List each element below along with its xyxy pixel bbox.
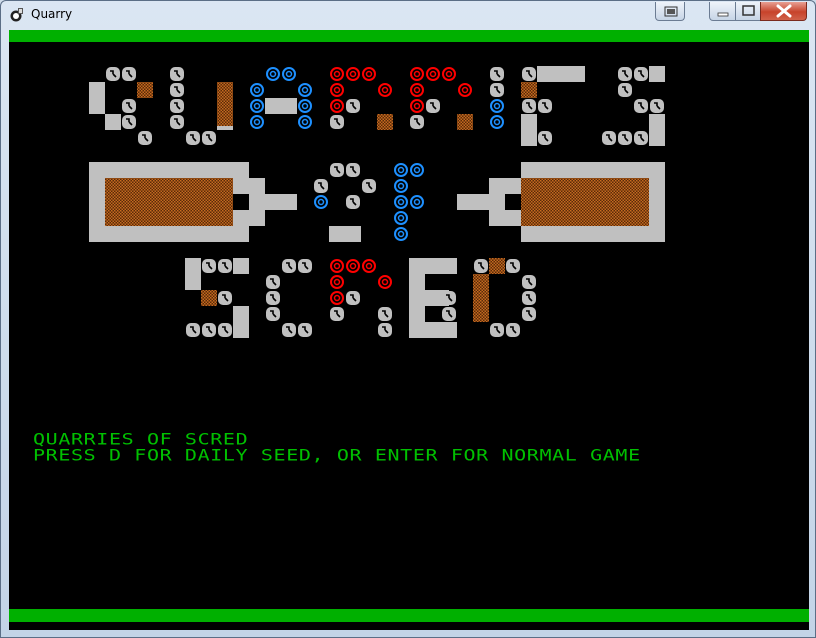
ore-tile (521, 82, 537, 98)
water-tile (394, 227, 408, 241)
ore-tile (489, 258, 505, 274)
water-tile (250, 83, 264, 97)
water-tile (410, 195, 424, 209)
water-tile (410, 163, 424, 177)
close-button[interactable] (760, 2, 807, 21)
start-prompt-text: PRESS D FOR DAILY SEED, OR ENTER FOR NOR… (33, 444, 641, 465)
window-title: Quarry (31, 7, 73, 21)
stone-block (233, 306, 249, 338)
stone-block (185, 258, 201, 290)
water-tile (298, 99, 312, 113)
stone-block (89, 178, 105, 226)
stone-block (457, 194, 505, 210)
snap-icon (664, 6, 678, 17)
lava-tile (410, 67, 424, 81)
stone-block (521, 130, 537, 146)
ore-tile (201, 290, 217, 306)
ore-tile (377, 114, 393, 130)
stone-block (489, 210, 521, 226)
stone-block (521, 114, 537, 130)
quarry-app-icon (9, 7, 25, 23)
ore-tile (137, 82, 153, 98)
lava-tile (330, 67, 344, 81)
ore-tile (521, 178, 649, 226)
app-window: Quarry QUARRIES OF SCRED PRESS D FOR DAI… (0, 0, 816, 638)
water-tile (490, 99, 504, 113)
water-tile (394, 211, 408, 225)
maximize-button[interactable] (735, 2, 761, 21)
water-tile (394, 195, 408, 209)
game-canvas (9, 30, 809, 622)
stone-block (521, 162, 665, 178)
stone-block (409, 258, 457, 274)
stone-block (537, 66, 585, 82)
ore-tile (217, 82, 233, 126)
stone-block (649, 114, 665, 146)
stone-block (521, 226, 665, 242)
water-tile (266, 67, 280, 81)
lava-tile (330, 83, 344, 97)
lava-tile (362, 67, 376, 81)
stone-block (409, 322, 457, 338)
stone-block (489, 178, 521, 194)
ore-tile (105, 178, 233, 226)
snap-button[interactable] (655, 2, 685, 21)
stone-block (89, 82, 105, 114)
ore-tile (457, 114, 473, 130)
stone-block (409, 274, 425, 322)
stone-block (649, 66, 665, 82)
minimize-icon (717, 12, 729, 17)
title-bar[interactable]: Quarry (1, 1, 815, 29)
water-tile (250, 115, 264, 129)
water-tile (298, 83, 312, 97)
stone-block (233, 210, 265, 226)
game-logo (89, 66, 665, 338)
lava-tile (362, 259, 376, 273)
water-tile (394, 163, 408, 177)
top-border (9, 30, 809, 42)
lava-tile (346, 67, 360, 81)
lava-tile (330, 259, 344, 273)
lava-tile (378, 83, 392, 97)
stone-block (89, 226, 249, 242)
bottom-border (9, 609, 809, 622)
water-tile (314, 195, 328, 209)
lava-tile (378, 275, 392, 289)
water-tile (250, 99, 264, 113)
stone-block (89, 162, 249, 178)
stone-block (329, 226, 361, 242)
lava-tile (442, 67, 456, 81)
stone-block (105, 114, 121, 130)
water-tile (282, 67, 296, 81)
lava-tile (330, 291, 344, 305)
lava-tile (458, 83, 472, 97)
stone-block (265, 98, 297, 114)
lava-tile (346, 259, 360, 273)
lava-tile (330, 99, 344, 113)
lava-tile (410, 83, 424, 97)
minimize-button[interactable] (709, 2, 736, 21)
stone-block (249, 194, 297, 210)
game-screen[interactable]: QUARRIES OF SCRED PRESS D FOR DAILY SEED… (9, 30, 809, 630)
water-tile (394, 179, 408, 193)
stone-block (649, 178, 665, 226)
lava-tile (410, 99, 424, 113)
lava-tile (426, 67, 440, 81)
ore-tile (473, 274, 489, 322)
water-tile (298, 115, 312, 129)
water-tile (490, 115, 504, 129)
close-icon (776, 4, 792, 18)
stone-block (233, 178, 265, 194)
lava-tile (330, 275, 344, 289)
stone-block (233, 258, 249, 274)
maximize-icon (742, 5, 755, 16)
game-title-text: QUARRIES OF SCRED (33, 428, 249, 449)
